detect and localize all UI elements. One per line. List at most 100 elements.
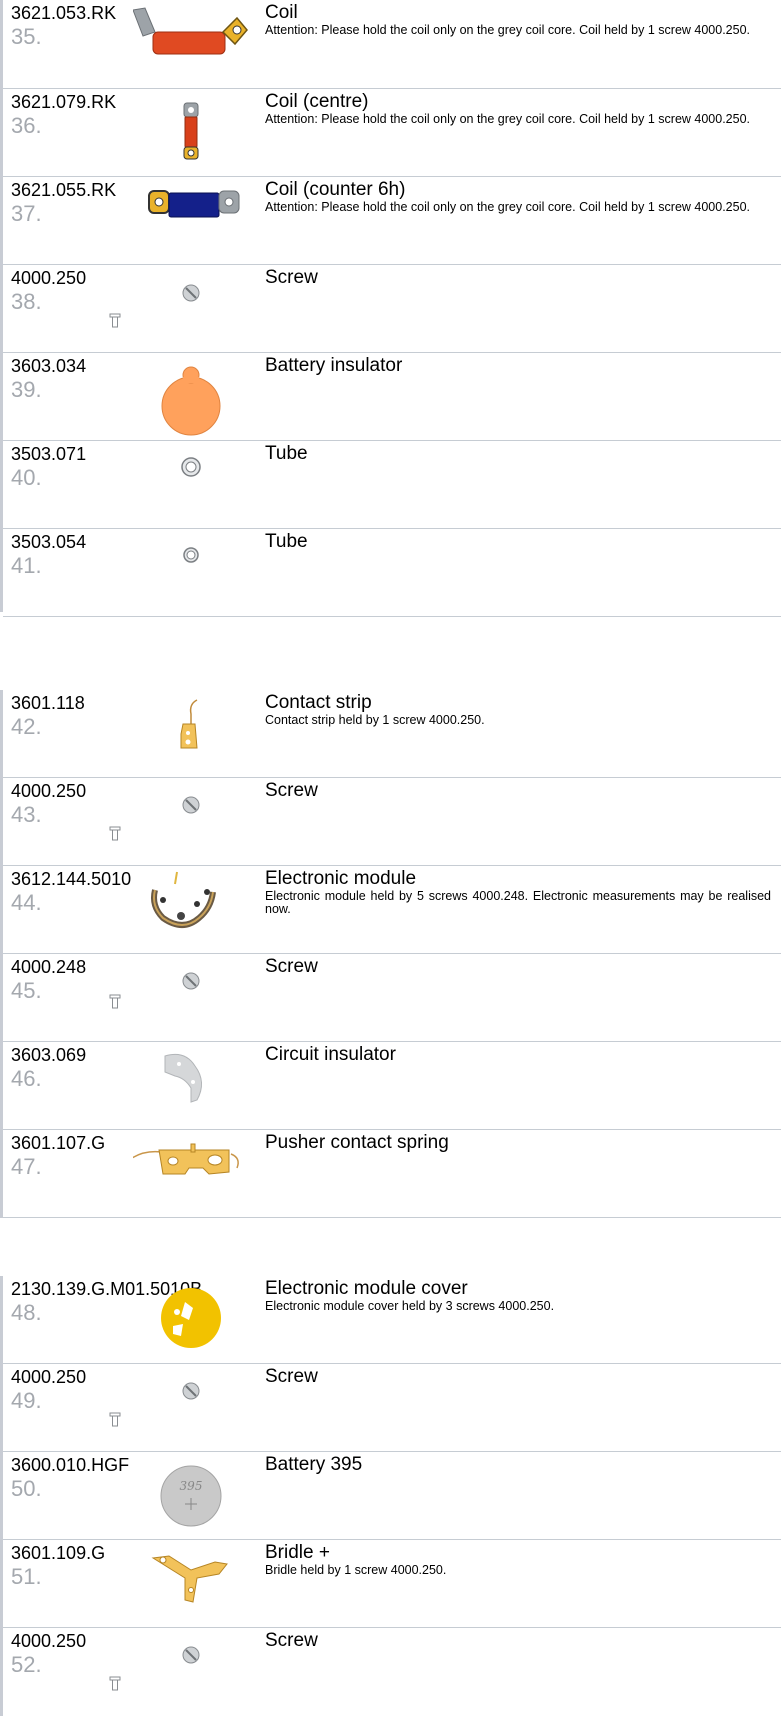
part-title: Coil (centre) <box>265 91 369 112</box>
part-title: Screw <box>265 780 318 801</box>
part-title: Pusher contact spring <box>265 1132 449 1153</box>
part-title: Coil (counter 6h) <box>265 179 406 200</box>
parts-group-1: 3621.053.RK 35. Coil Attention: Please h… <box>0 0 781 617</box>
part-reference: 3503.071 <box>11 444 87 464</box>
part-reference: 3601.118 <box>11 693 85 713</box>
part-title: Battery insulator <box>265 355 403 376</box>
part-number: 51. <box>11 1564 42 1589</box>
module-cover-icon <box>133 1276 263 1364</box>
part-row: 3612.144.5010 44. Electronic module Elec… <box>3 866 781 954</box>
coil-centre-icon <box>133 89 263 177</box>
part-description: Attention: Please hold the coil only on … <box>265 112 751 126</box>
part-title: Screw <box>265 956 318 977</box>
parts-group-3: 2130.139.G.M01.5010B 48. Electronic modu… <box>0 1276 781 1716</box>
part-title: Screw <box>265 1630 318 1651</box>
part-number: 42. <box>11 714 42 739</box>
part-number: 43. <box>11 802 42 827</box>
screw-icon <box>133 778 263 866</box>
part-reference: 3601.107.G <box>11 1133 106 1153</box>
part-number: 39. <box>11 377 42 402</box>
part-reference: 3601.109.G <box>11 1543 106 1563</box>
part-number: 46. <box>11 1066 42 1091</box>
part-number: 37. <box>11 201 42 226</box>
tube-small-icon <box>133 529 263 617</box>
part-reference: 4000.250 <box>11 781 87 801</box>
part-reference: 4000.250 <box>11 1631 87 1651</box>
part-reference: 3603.034 <box>11 356 87 376</box>
circuit-insulator-icon <box>133 1042 263 1130</box>
battery-label: 395 <box>180 1479 203 1493</box>
part-row: 3603.069 46. Circuit insulator <box>3 1042 781 1130</box>
part-title: Tube <box>265 443 308 464</box>
part-number: 35. <box>11 24 42 49</box>
part-reference: 3612.144.5010 <box>11 869 132 889</box>
part-number: 36. <box>11 113 42 138</box>
part-number: 45. <box>11 978 42 1003</box>
parts-group-2: 3601.118 42. Contact strip Contact strip… <box>0 690 781 1218</box>
part-row: 3503.054 41. Tube <box>3 529 781 617</box>
part-number: 41. <box>11 553 42 578</box>
screw-side-icon <box>109 1412 121 1427</box>
screw-side-icon <box>109 994 121 1009</box>
part-number: 50. <box>11 1476 42 1501</box>
part-description: Electronic module cover held by 3 screws… <box>265 1299 555 1313</box>
part-row: 2130.139.G.M01.5010B 48. Electronic modu… <box>3 1276 781 1364</box>
screw-icon <box>133 954 263 1042</box>
part-number: 49. <box>11 1388 42 1413</box>
part-number: 44. <box>11 890 42 915</box>
contact-strip-icon <box>133 690 263 778</box>
part-reference: 4000.248 <box>11 957 87 977</box>
part-row: 4000.248 45. Screw <box>3 954 781 1042</box>
part-row: 3601.107.G 47. Pusher contact spring <box>3 1130 781 1218</box>
part-row: 4000.250 52. Screw <box>3 1628 781 1715</box>
part-row: 3503.071 40. Tube <box>3 441 781 529</box>
part-reference: 3503.054 <box>11 532 87 552</box>
part-row: 3603.034 39. Battery insulator <box>3 353 781 441</box>
part-title: Screw <box>265 267 318 288</box>
screw-side-icon <box>109 1676 121 1691</box>
electronic-module-icon <box>133 866 263 954</box>
part-row: 3601.118 42. Contact strip Contact strip… <box>3 690 781 778</box>
screw-icon <box>133 265 263 353</box>
screw-side-icon <box>109 313 121 328</box>
part-reference: 4000.250 <box>11 1367 87 1387</box>
part-description: Electronic module held by 5 screws 4000.… <box>265 889 771 916</box>
screw-icon <box>133 1364 263 1452</box>
part-row: 3621.053.RK 35. Coil Attention: Please h… <box>3 0 781 89</box>
part-number: 48. <box>11 1300 42 1325</box>
coil-counter-icon <box>133 177 263 265</box>
part-number: 38. <box>11 289 42 314</box>
part-reference: 3621.079.RK <box>11 92 117 112</box>
tube-icon <box>133 441 263 529</box>
part-title: Bridle + <box>265 1542 330 1563</box>
part-title: Tube <box>265 531 308 552</box>
part-title: Electronic module cover <box>265 1278 468 1299</box>
part-number: 47. <box>11 1154 42 1179</box>
part-row: 3621.079.RK 36. Coil (centre) Attention:… <box>3 89 781 177</box>
part-reference: 3621.055.RK <box>11 180 117 200</box>
part-number: 40. <box>11 465 42 490</box>
part-title: Electronic module <box>265 868 417 889</box>
part-description: Attention: Please hold the coil only on … <box>265 23 751 37</box>
part-description: Bridle held by 1 screw 4000.250. <box>265 1563 447 1577</box>
pusher-contact-spring-icon <box>133 1130 263 1218</box>
part-reference: 3603.069 <box>11 1045 87 1065</box>
part-row: 3601.109.G 51. Bridle + Bridle held by 1… <box>3 1540 781 1628</box>
part-title: Battery 395 <box>265 1454 363 1475</box>
battery-insulator-icon <box>133 353 263 441</box>
screw-side-icon <box>109 826 121 841</box>
part-row: 4000.250 43. Screw <box>3 778 781 866</box>
part-row: 3621.055.RK 37. Coil (counter 6h) Attent… <box>3 177 781 265</box>
part-reference: 3600.010.HGF <box>11 1455 130 1475</box>
part-row: 4000.250 49. Screw <box>3 1364 781 1452</box>
part-row: 4000.250 38. Screw <box>3 265 781 353</box>
screw-icon <box>133 1628 263 1716</box>
part-title: Contact strip <box>265 692 372 713</box>
part-reference: 3621.053.RK <box>11 3 117 23</box>
part-description: Attention: Please hold the coil only on … <box>265 200 751 214</box>
part-row: 3600.010.HGF 50. 395 Battery 395 <box>3 1452 781 1540</box>
part-title: Coil <box>265 2 298 23</box>
bridle-icon <box>133 1540 263 1628</box>
part-number: 52. <box>11 1652 42 1677</box>
part-title: Circuit insulator <box>265 1044 396 1065</box>
